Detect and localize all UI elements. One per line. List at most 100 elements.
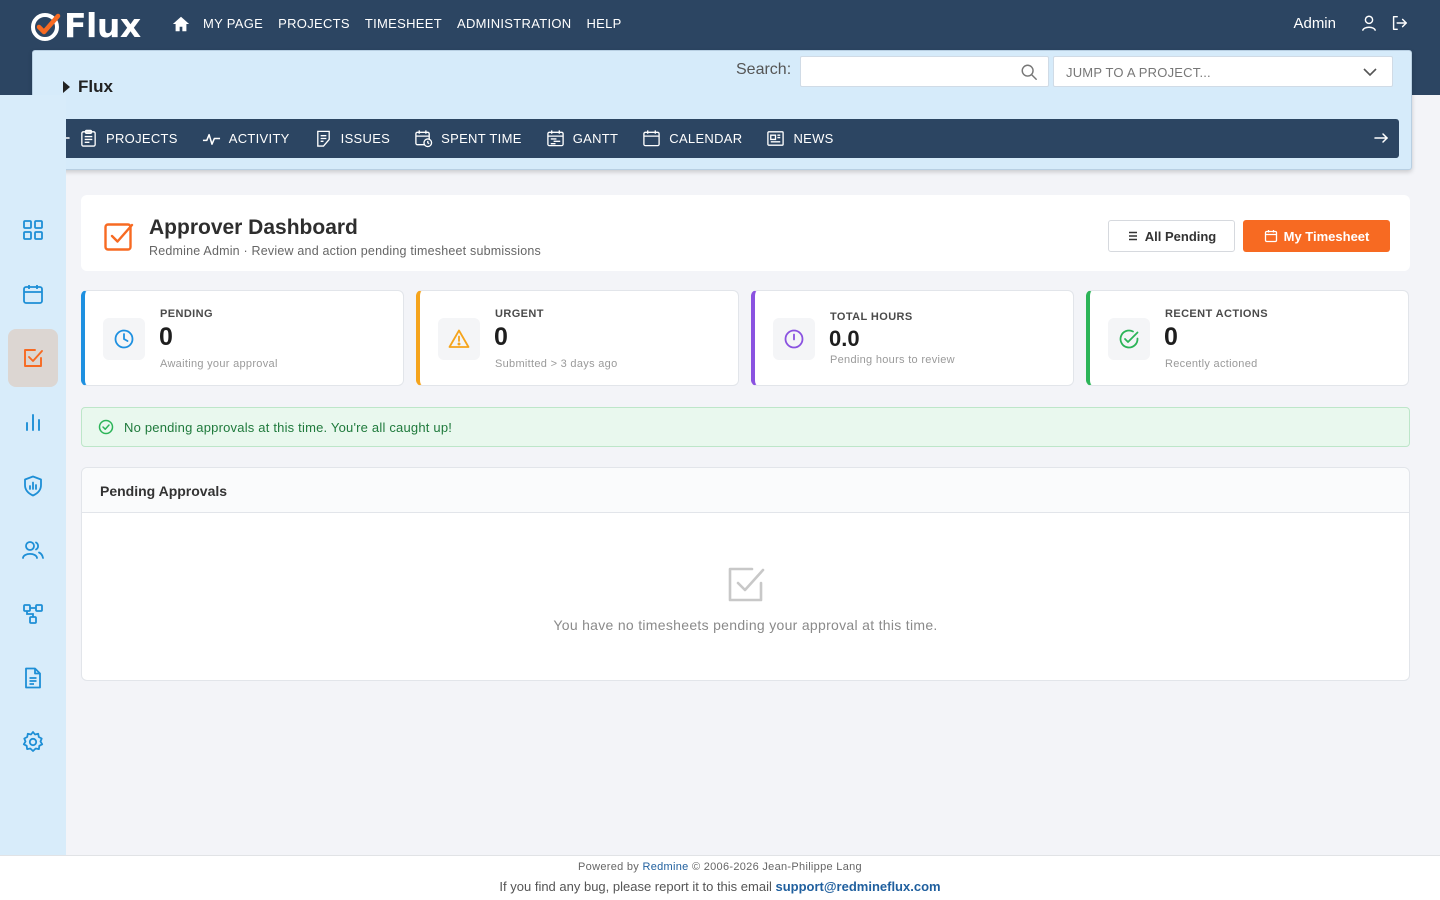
gantt-icon [546,130,564,147]
user-icon[interactable] [1360,14,1378,32]
sidebar-item-workflow[interactable] [8,585,58,643]
calendar-icon [23,285,43,304]
success-alert: No pending approvals at this time. You'r… [81,407,1410,447]
user-name[interactable]: Admin [1293,15,1336,32]
menu-gantt[interactable]: GANTT [546,129,619,148]
stat-icon-box [1108,318,1150,360]
timer-icon [784,329,804,349]
logout-icon[interactable] [1390,14,1408,32]
stat-card-total-hours: TOTAL HOURS 0.0 Pending hours to review [751,290,1074,386]
scroll-right-arrow-icon[interactable] [1373,130,1389,146]
search-label: Search: [736,61,792,78]
bar-chart-icon [26,414,40,431]
check-circle-icon [98,419,114,435]
top-navigation: MY PAGE PROJECTS TIMESHEET ADMINISTRATIO… [172,15,637,33]
project-title[interactable]: Flux [63,77,113,97]
list-icon [1128,231,1137,241]
stat-icon-box [103,318,145,360]
stat-value: 0 [159,323,173,351]
stat-description: Pending hours to review [830,354,955,366]
stat-label: RECENT ACTIONS [1165,308,1268,320]
project-header: Flux Search: JUMP TO A PROJECT... PROJEC… [32,50,1412,170]
stat-card-urgent: URGENT 0 Submitted > 3 days ago [416,290,739,386]
shield-chart-icon [24,475,42,497]
footer-powered-by: Powered by Redmine © 2006-2026 Jean-Phil… [578,861,862,873]
dashboard-header: Approver Dashboard Redmine Admin · Revie… [81,195,1410,271]
approval-checkbox-icon [104,223,134,251]
menu-calendar[interactable]: CALENDAR [642,129,742,148]
menu-projects[interactable]: PROJECTS [79,129,178,148]
sidebar-item-users[interactable] [8,521,58,579]
empty-state-text: You have no timesheets pending your appr… [553,617,938,633]
sidebar-item-calendar[interactable] [8,265,58,323]
stat-value: 0 [494,323,508,351]
stat-icon-box [438,318,480,360]
sidebar-item-documents[interactable] [8,649,58,707]
expand-triangle-icon [63,81,70,93]
check-circle-icon [1119,329,1139,349]
clipboard-icon [81,129,96,147]
alert-text: No pending approvals at this time. You'r… [124,419,453,435]
logo[interactable]: Flux [30,8,141,44]
my-timesheet-button[interactable]: My Timesheet [1243,220,1390,252]
user-area: Admin [1293,14,1408,32]
nav-administration[interactable]: ADMINISTRATION [457,15,571,33]
stat-card-recent-actions: RECENT ACTIONS 0 Recently actioned [1086,290,1409,386]
logo-check-icon [31,13,61,41]
checkbox-icon [24,349,43,367]
warning-icon [448,329,470,348]
calendar-icon [643,130,661,147]
grid-icon [23,220,43,240]
redmine-link[interactable]: Redmine [642,861,688,873]
sidebar-item-dashboard[interactable] [8,201,58,259]
menu-news[interactable]: NEWS [766,129,833,148]
jump-placeholder: JUMP TO A PROJECT... [1066,65,1211,80]
menu-spent-time[interactable]: SPENT TIME [414,129,522,148]
home-icon[interactable] [172,15,190,33]
news-icon [767,131,785,146]
empty-checkbox-icon [728,567,765,602]
menu-issues[interactable]: ISSUES [314,129,390,148]
stat-description: Awaiting your approval [160,358,278,370]
stat-description: Submitted > 3 days ago [495,358,618,370]
project-menu: PROJECTS ACTIVITY ISSUES SPENT TIME GANT… [49,119,1399,158]
stat-description: Recently actioned [1165,358,1258,370]
sidebar-item-reports[interactable] [8,393,58,451]
nav-projects[interactable]: PROJECTS [278,15,350,33]
workflow-icon [23,604,43,624]
panel-title: Pending Approvals [100,483,228,499]
project-name: Flux [78,77,113,96]
sidebar-item-approvals[interactable] [8,329,58,387]
stat-icon-box [773,318,815,360]
logo-text: Flux [64,6,141,45]
nav-my-page[interactable]: MY PAGE [203,15,263,33]
search-input[interactable] [800,56,1049,87]
nav-timesheet[interactable]: TIMESHEET [365,15,442,33]
calendar-icon [1264,230,1277,243]
sidebar-item-security[interactable] [8,457,58,515]
calendar-clock-icon [415,130,433,148]
menu-activity[interactable]: ACTIVITY [202,129,290,148]
stat-label: PENDING [160,308,213,320]
page-subtitle: Redmine Admin · Review and action pendin… [149,244,541,258]
support-email-link[interactable]: support@redmineflux.com [775,879,940,894]
panel-header: Pending Approvals [82,468,1409,513]
issues-icon [316,130,330,147]
stat-label: URGENT [495,308,544,320]
all-pending-button[interactable]: All Pending [1108,220,1235,252]
stat-card-pending: PENDING 0 Awaiting your approval [81,290,404,386]
page-title: Approver Dashboard [149,216,358,239]
footer-bug-report: If you find any bug, please report it to… [499,879,941,894]
stat-value: 0 [1164,323,1178,351]
search-icon[interactable] [1020,63,1038,81]
clock-icon [114,329,134,349]
sidebar-item-settings[interactable] [8,713,58,771]
users-icon [22,541,44,559]
stat-label: TOTAL HOURS [830,311,913,323]
nav-help[interactable]: HELP [586,15,621,33]
activity-icon [202,133,220,145]
jump-to-project-select[interactable]: JUMP TO A PROJECT... [1053,56,1393,87]
settings-icon [22,731,44,752]
pending-approvals-panel: Pending Approvals You have no timesheets… [81,467,1410,681]
stat-value: 0.0 [829,326,860,351]
